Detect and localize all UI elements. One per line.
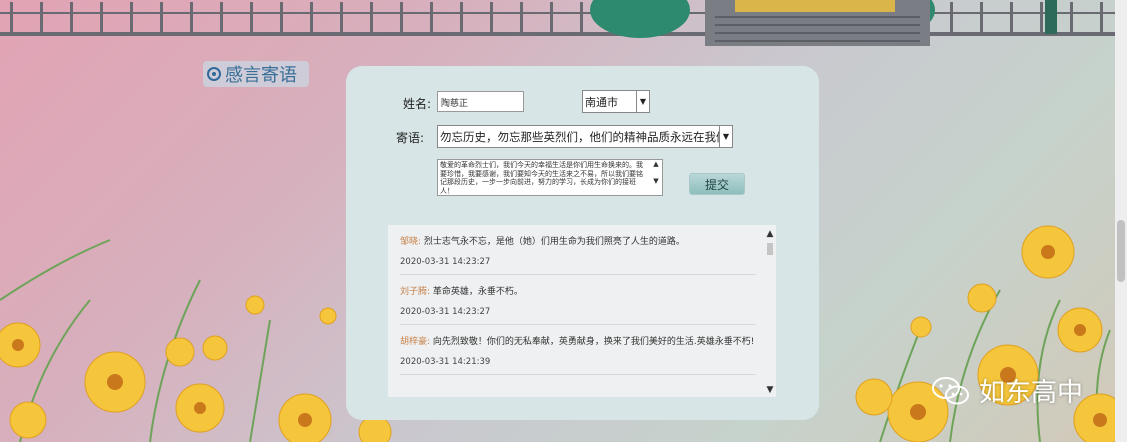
comment-author: 胡梓豪: <box>400 337 431 347</box>
message-panel: 姓名: 陶慈正 南通市 ▼ 寄语: 勿忘历史，勿忘那些英烈们，他们的精神品质永远… <box>346 66 819 420</box>
message-textarea[interactable]: 敬爱的革命烈士们，我们今天的幸福生活是你们用生命换来的。我要珍惜，我要感谢，我们… <box>437 159 663 196</box>
comment-list[interactable]: 邹晓: 烈士志气永不忘，是他（她）们用生命为我们照亮了人生的道路。 2020-0… <box>388 225 776 397</box>
chevron-down-icon[interactable]: ▼ <box>719 126 732 147</box>
comment-time: 2020-03-31 14:23:27 <box>400 257 491 267</box>
comment-item: 胡梓豪: 向先烈致敬！你们的无私奉献，英勇献身，换来了我们美好的生活.英雄永垂不… <box>400 325 756 375</box>
comment-text: 革命英雄，永垂不朽。 <box>432 287 523 297</box>
comment-author: 刘子腾: <box>400 287 431 297</box>
city-select[interactable]: 南通市 ▼ <box>582 90 650 113</box>
submit-button[interactable]: 提交 <box>689 173 745 195</box>
scroll-up-icon[interactable]: ▲ <box>764 229 776 239</box>
wechat-icon <box>932 376 969 404</box>
radio-dot-icon <box>207 67 221 81</box>
comment-body: 胡梓豪: 向先烈致敬！你们的无私奉献，英勇献身，换来了我们美好的生活.英雄永垂不… <box>400 335 756 349</box>
comment-time: 2020-03-31 14:21:39 <box>400 357 491 367</box>
watermark-label: 如东高中 <box>979 378 1084 408</box>
scroll-down-icon[interactable]: ▼ <box>764 385 776 395</box>
comment-body: 刘子腾: 革命英雄，永垂不朽。 <box>400 285 756 299</box>
comment-text: 向先烈致敬！你们的无私奉献，英勇献身，换来了我们美好的生活.英雄永垂不朽! <box>432 337 755 347</box>
section-title: 感言寄语 <box>203 61 309 87</box>
fence-decoration <box>0 0 1115 46</box>
watermark: 如东高中 <box>931 372 1083 409</box>
textarea-scrollbar[interactable]: ▲ ▼ <box>650 160 662 195</box>
message-label: 寄语: <box>396 131 425 145</box>
comment-author: 邹晓: <box>400 237 422 247</box>
message-textarea-text: 敬爱的革命烈士们，我们今天的幸福生活是你们用生命换来的。我要珍惜，我要感谢，我们… <box>440 161 643 195</box>
page-scrollbar[interactable] <box>1115 0 1127 442</box>
name-label: 姓名: <box>403 97 432 111</box>
comment-time: 2020-03-31 14:23:27 <box>400 307 491 317</box>
comment-item: 邹晓: 烈士志气永不忘，是他（她）们用生命为我们照亮了人生的道路。 2020-0… <box>400 225 756 275</box>
comment-scrollbar-thumb[interactable] <box>767 243 773 255</box>
comment-scrollbar[interactable]: ▲ ▼ <box>764 225 776 397</box>
chevron-down-icon[interactable]: ▼ <box>636 91 649 112</box>
comment-text: 烈士志气永不忘，是他（她）们用生命为我们照亮了人生的道路。 <box>423 237 685 247</box>
message-select-value: 勿忘历史，勿忘那些英烈们，他们的精神品质永远在我们的心中 <box>440 130 733 144</box>
city-select-value: 南通市 <box>585 96 618 109</box>
name-input[interactable]: 陶慈正 <box>437 91 524 112</box>
page-scrollbar-thumb[interactable] <box>1117 220 1125 282</box>
message-select[interactable]: 勿忘历史，勿忘那些英烈们，他们的精神品质永远在我们的心中 ▼ <box>437 125 733 148</box>
comment-item: 刘子腾: 革命英雄，永垂不朽。 2020-03-31 14:23:27 <box>400 275 756 325</box>
comment-body: 邹晓: 烈士志气永不忘，是他（她）们用生命为我们照亮了人生的道路。 <box>400 235 756 249</box>
section-title-text: 感言寄语 <box>225 65 297 86</box>
